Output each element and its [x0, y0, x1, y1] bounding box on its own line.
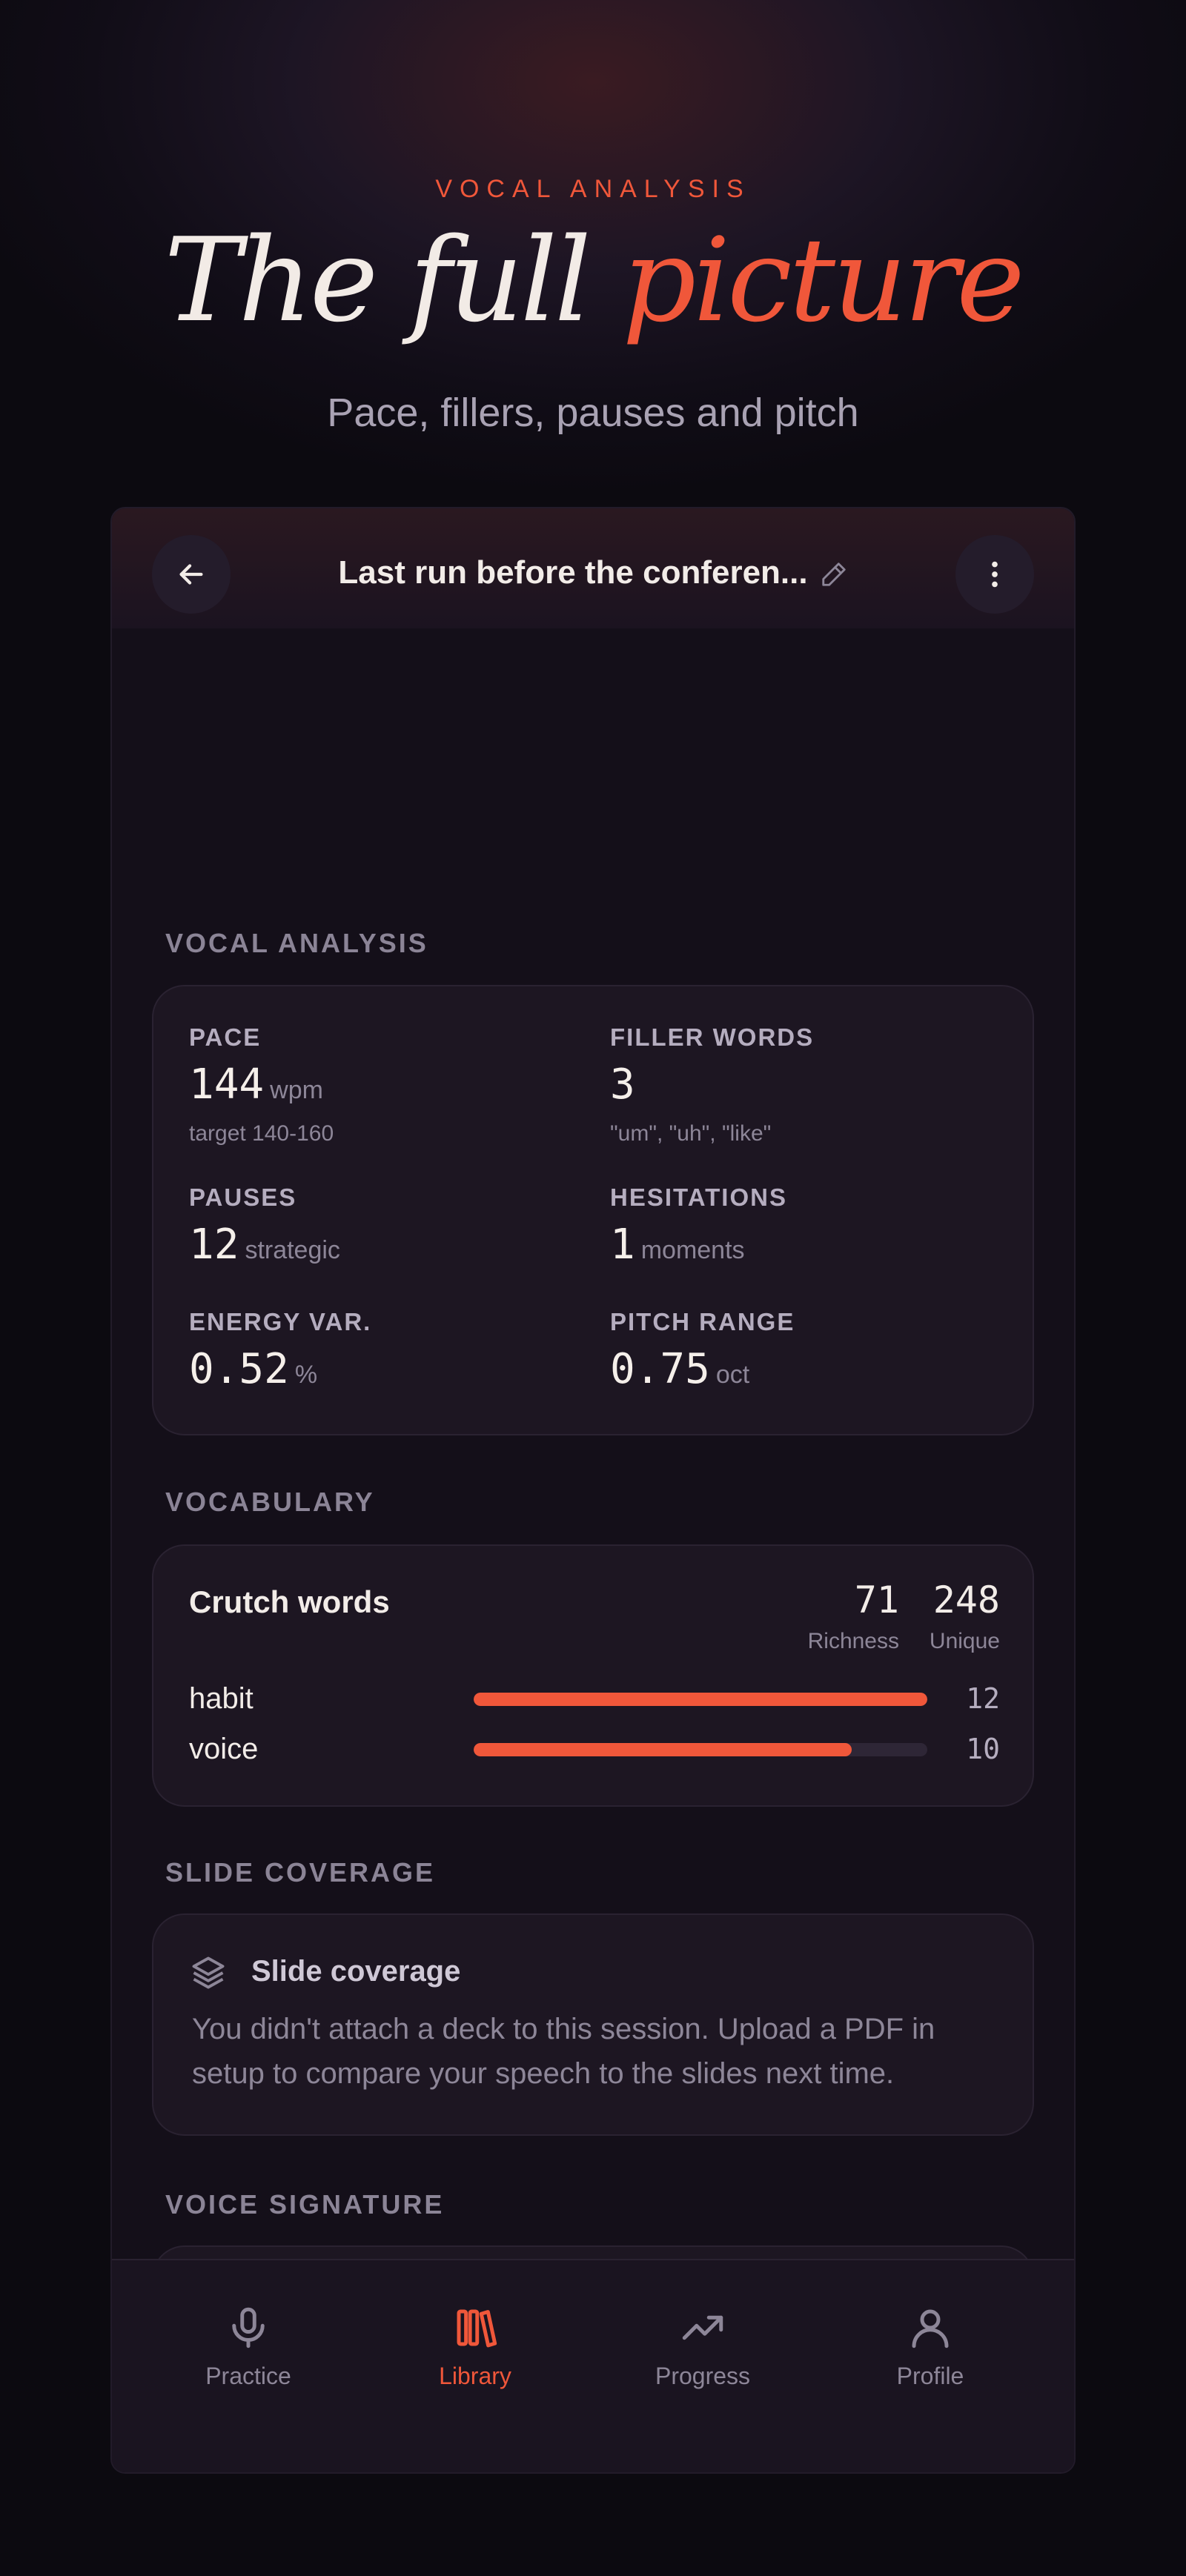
richness-label: Richness [807, 1629, 899, 1653]
energy-unit: % [294, 1361, 318, 1389]
word-bar-habit [474, 1693, 927, 1706]
richness-value: 71 [854, 1579, 899, 1621]
headline-accent: picture [622, 213, 1024, 348]
word-label-voice: voice [189, 1733, 259, 1765]
hesitations-unit: moments [640, 1236, 745, 1264]
hesitations-label: HESITATIONS [610, 1184, 787, 1211]
arrow-left-icon [179, 564, 203, 585]
pitch-number: 0.75 [610, 1345, 710, 1393]
more-button[interactable] [955, 535, 1034, 614]
energy-number: 0.52 [189, 1345, 289, 1393]
fillers-label: FILLER WORDS [610, 1023, 815, 1051]
nav-practice[interactable]: Practice [167, 2303, 330, 2390]
hero-subtitle: Pace, fillers, pauses and pitch [327, 391, 859, 435]
unique-value: 248 [932, 1579, 1000, 1621]
vocal-analysis-card: PACE 144 wpm target 140-160 FILLER WORDS … [152, 985, 1034, 1435]
fillers-value: 3 [610, 1060, 635, 1109]
vocabulary-section-label: VOCABULARY [165, 1487, 375, 1517]
pitch-value: 0.75 oct [610, 1345, 749, 1393]
nav-label: Progress [655, 2363, 751, 2389]
more-vertical-icon [992, 561, 998, 588]
vocab-title: Crutch words [189, 1584, 390, 1619]
fillers-note: "um", "uh", "like" [610, 1121, 772, 1146]
nav-library[interactable]: Library [394, 2303, 557, 2390]
top-bar: Last run before the conferen... [112, 508, 1074, 628]
slide-coverage-title: Slide coverage [251, 1955, 461, 1988]
slide-coverage-card: Slide coverage You didn't attach a deck t… [152, 1913, 1034, 2136]
nav-label: Practice [205, 2363, 291, 2389]
library-icon [457, 2309, 497, 2348]
nav-profile[interactable]: Profile [849, 2303, 1012, 2390]
trending-up-icon [682, 2315, 723, 2340]
layers-icon [192, 1956, 225, 1989]
slide-coverage-body: You didn't attach a deck to this session… [192, 2013, 935, 2090]
word-bar-voice [474, 1743, 927, 1756]
pace-number: 144 [189, 1060, 265, 1109]
hero-eyebrow: VOCAL ANALYSIS [435, 175, 751, 203]
hero-headline: The full picture [0, 222, 1186, 338]
hesitations-value: 1 moments [610, 1221, 745, 1269]
word-fill-voice [474, 1743, 852, 1756]
vocabulary-card: Crutch words 71 Richness 248 Unique habi… [152, 1544, 1034, 1807]
session-title-text: Last run before the conferen... [338, 554, 808, 591]
phone-screen: Last run before the conferen... VOCAL AN… [110, 507, 1076, 2474]
energy-value: 0.52% [189, 1345, 317, 1393]
pauses-number: 12 [189, 1221, 239, 1269]
hesitations-number: 1 [610, 1221, 635, 1269]
pace-value: 144 wpm [189, 1060, 323, 1109]
pace-label: PACE [189, 1023, 262, 1051]
voice-signature-section-label: VOICE SIGNATURE [165, 2189, 445, 2220]
pitch-label: PITCH RANGE [610, 1308, 795, 1335]
word-count-habit: 12 [966, 1682, 1000, 1715]
slide-coverage-section-label: SLIDE COVERAGE [165, 1857, 436, 1888]
pauses-value: 12 strategic [189, 1221, 340, 1269]
session-title[interactable]: Last run before the conferen... [245, 554, 941, 591]
bottom-nav: Practice Library Progress Profile [112, 2259, 1074, 2472]
pencil-icon[interactable] [820, 560, 848, 588]
pace-note: target 140-160 [189, 1121, 334, 1146]
pitch-unit: oct [715, 1361, 750, 1389]
pauses-unit: strategic [245, 1236, 340, 1264]
word-fill-habit [474, 1693, 927, 1706]
word-label-habit: habit [189, 1682, 254, 1715]
nav-label: Library [439, 2363, 511, 2389]
nav-label: Profile [896, 2363, 964, 2389]
pauses-label: PAUSES [189, 1184, 297, 1211]
unique-label: Unique [929, 1629, 1000, 1653]
microphone-icon [232, 2307, 265, 2348]
energy-label: ENERGY VAR. [189, 1308, 372, 1335]
vocal-section-label: VOCAL ANALYSIS [165, 928, 428, 958]
pace-unit: wpm [270, 1076, 323, 1104]
nav-progress[interactable]: Progress [621, 2303, 784, 2390]
user-icon [912, 2309, 949, 2348]
back-button[interactable] [152, 535, 231, 614]
headline-plain: The full [164, 213, 591, 348]
word-count-voice: 10 [966, 1733, 1000, 1765]
